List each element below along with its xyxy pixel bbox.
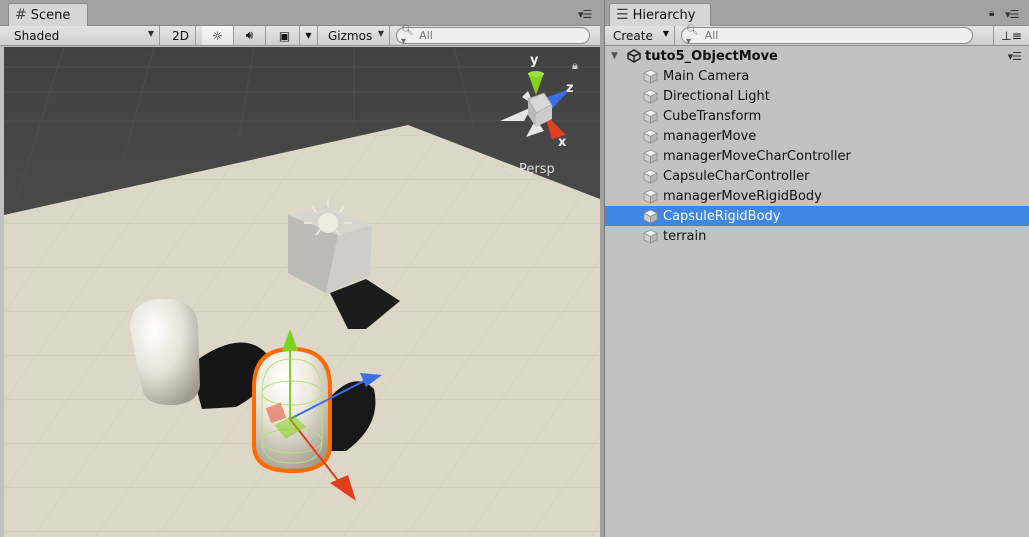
scene-tabbar: # Scene ▾☰ (0, 0, 600, 26)
hierarchy-item[interactable]: managerMoveRigidBody (605, 186, 1029, 206)
grid-icon: # (15, 7, 27, 23)
hierarchy-search-input[interactable] (702, 29, 972, 42)
gameobject-cube-icon (643, 89, 658, 104)
gameobject-cube-icon (643, 129, 658, 144)
scene-panel: # Scene ▾☰ Shaded ▼ 2D ☼ 🔊︎ ▣ ▼ Gizmos ▼… (0, 0, 600, 537)
tab-scene-label: Scene (30, 7, 71, 23)
hierarchy-item[interactable]: Main Camera (605, 66, 1029, 86)
panel-menu-icon[interactable]: ▾☰ (1005, 8, 1019, 21)
tab-scene[interactable]: # Scene (8, 3, 88, 26)
panel-menu-icon[interactable]: ▾☰ (578, 8, 592, 21)
list-icon: ☰ (616, 7, 629, 23)
image-icon: ▣ (278, 28, 291, 43)
tab-hierarchy-label: Hierarchy (632, 7, 696, 23)
create-dropdown[interactable]: Create ▼ (605, 26, 675, 45)
scene-viewport[interactable]: < Persp 🔒︎ y z x (4, 47, 600, 537)
effects-dropdown-button[interactable]: ▼ (300, 26, 318, 45)
hierarchy-item[interactable]: managerMoveCharController (605, 146, 1029, 166)
gizmos-dropdown[interactable]: Gizmos ▼ (322, 26, 390, 45)
effects-toggle-button[interactable]: ▣ (270, 26, 300, 45)
tools-icon: ⊥≡ (1001, 28, 1022, 43)
hierarchy-item-label: managerMoveRigidBody (663, 188, 822, 204)
tab-hierarchy[interactable]: ☰ Hierarchy (609, 3, 711, 26)
gameobject-cube-icon (643, 229, 658, 244)
hierarchy-item-label: Main Camera (663, 68, 750, 84)
hierarchy-item-label: managerMoveCharController (663, 148, 851, 164)
gameobject-cube-icon (643, 109, 658, 124)
search-icon: 🔍︎▾ (686, 24, 699, 47)
create-label: Create (613, 28, 653, 43)
gameobject-cube-icon (643, 169, 658, 184)
hierarchy-item[interactable]: managerMove (605, 126, 1029, 146)
fold-arrow-icon[interactable]: ▼ (611, 51, 621, 61)
scene-name: tuto5_ObjectMove (645, 48, 778, 64)
hierarchy-item[interactable]: CubeTransform (605, 106, 1029, 126)
hierarchy-item-label: terrain (663, 228, 707, 244)
unity-scene-icon (627, 49, 641, 63)
shading-mode-dropdown[interactable]: Shaded ▼ (8, 26, 160, 45)
hierarchy-item-label: CapsuleCharController (663, 168, 810, 184)
hierarchy-item[interactable]: CapsuleRigidBody (605, 206, 1029, 226)
hierarchy-item-label: managerMove (663, 128, 757, 144)
scene-menu-icon[interactable]: ▾☰ (1008, 50, 1022, 63)
hierarchy-item[interactable]: Directional Light (605, 86, 1029, 106)
scene-root-row[interactable]: ▼ tuto5_ObjectMove ▾☰ (605, 46, 1029, 66)
dropdown-arrow-icon: ▼ (377, 29, 384, 38)
hierarchy-toolbar: Create ▼ 🔍︎▾ ⊥≡ (605, 24, 1029, 47)
hierarchy-item[interactable]: CapsuleCharController (605, 166, 1029, 186)
gizmos-label: Gizmos (328, 28, 373, 43)
scene-search-input[interactable] (417, 29, 589, 42)
projection-toggle[interactable]: < Persp (504, 162, 555, 177)
hierarchy-item-label: Directional Light (663, 88, 770, 104)
hierarchy-search-field[interactable]: 🔍︎▾ (681, 24, 973, 47)
hierarchy-item-label: CubeTransform (663, 108, 762, 124)
scene-toolbar: Shaded ▼ 2D ☼ 🔊︎ ▣ ▼ Gizmos ▼ 🔍︎▾ (0, 24, 600, 47)
panel-lock-icon[interactable]: 🔒︎ (989, 8, 994, 19)
projection-label: Persp (519, 162, 555, 177)
axis-label-y: y (530, 53, 539, 68)
axis-label-z: z (566, 81, 574, 96)
lighting-toggle-button[interactable]: ☼ (202, 26, 234, 45)
gameobject-cube-icon (643, 209, 658, 224)
audio-toggle-button[interactable]: 🔊︎ (234, 26, 266, 45)
dropdown-arrow-icon: ▼ (147, 29, 154, 38)
speaker-icon: 🔊︎ (245, 28, 254, 42)
hierarchy-item-label: CapsuleRigidBody (663, 208, 781, 224)
shading-mode-value: Shaded (14, 28, 60, 43)
hierarchy-item[interactable]: terrain (605, 226, 1029, 246)
gameobject-cube-icon (643, 189, 658, 204)
capsule-rigid-body-object[interactable] (252, 346, 332, 474)
hierarchy-items: Main Camera Directional Light CubeTransfor… (605, 66, 1029, 246)
dropdown-arrow-icon: ▼ (305, 31, 312, 40)
scene-search-field[interactable]: 🔍︎▾ (396, 24, 590, 47)
persp-chevron-icon: < (504, 162, 515, 177)
axis-label-x: x (558, 135, 567, 150)
scene-visibility-button[interactable]: ⊥≡ (993, 26, 1029, 45)
sun-icon: ☼ (212, 28, 223, 43)
hierarchy-list: ▼ tuto5_ObjectMove ▾☰ Main Camera Directi… (605, 46, 1029, 246)
hierarchy-tabbar: ☰ Hierarchy 🔒︎ ▾☰ (605, 0, 1029, 26)
dropdown-arrow-icon: ▼ (662, 29, 669, 38)
lock-icon[interactable]: 🔒︎ (572, 59, 578, 73)
2d-toggle-label: 2D (172, 28, 189, 43)
search-icon: 🔍︎▾ (401, 24, 414, 47)
2d-toggle-button[interactable]: 2D (166, 26, 196, 45)
hierarchy-panel: ☰ Hierarchy 🔒︎ ▾☰ Create ▼ 🔍︎▾ ⊥≡ ▼ t (604, 0, 1029, 537)
gameobject-cube-icon (643, 149, 658, 164)
gameobject-cube-icon (643, 69, 658, 84)
